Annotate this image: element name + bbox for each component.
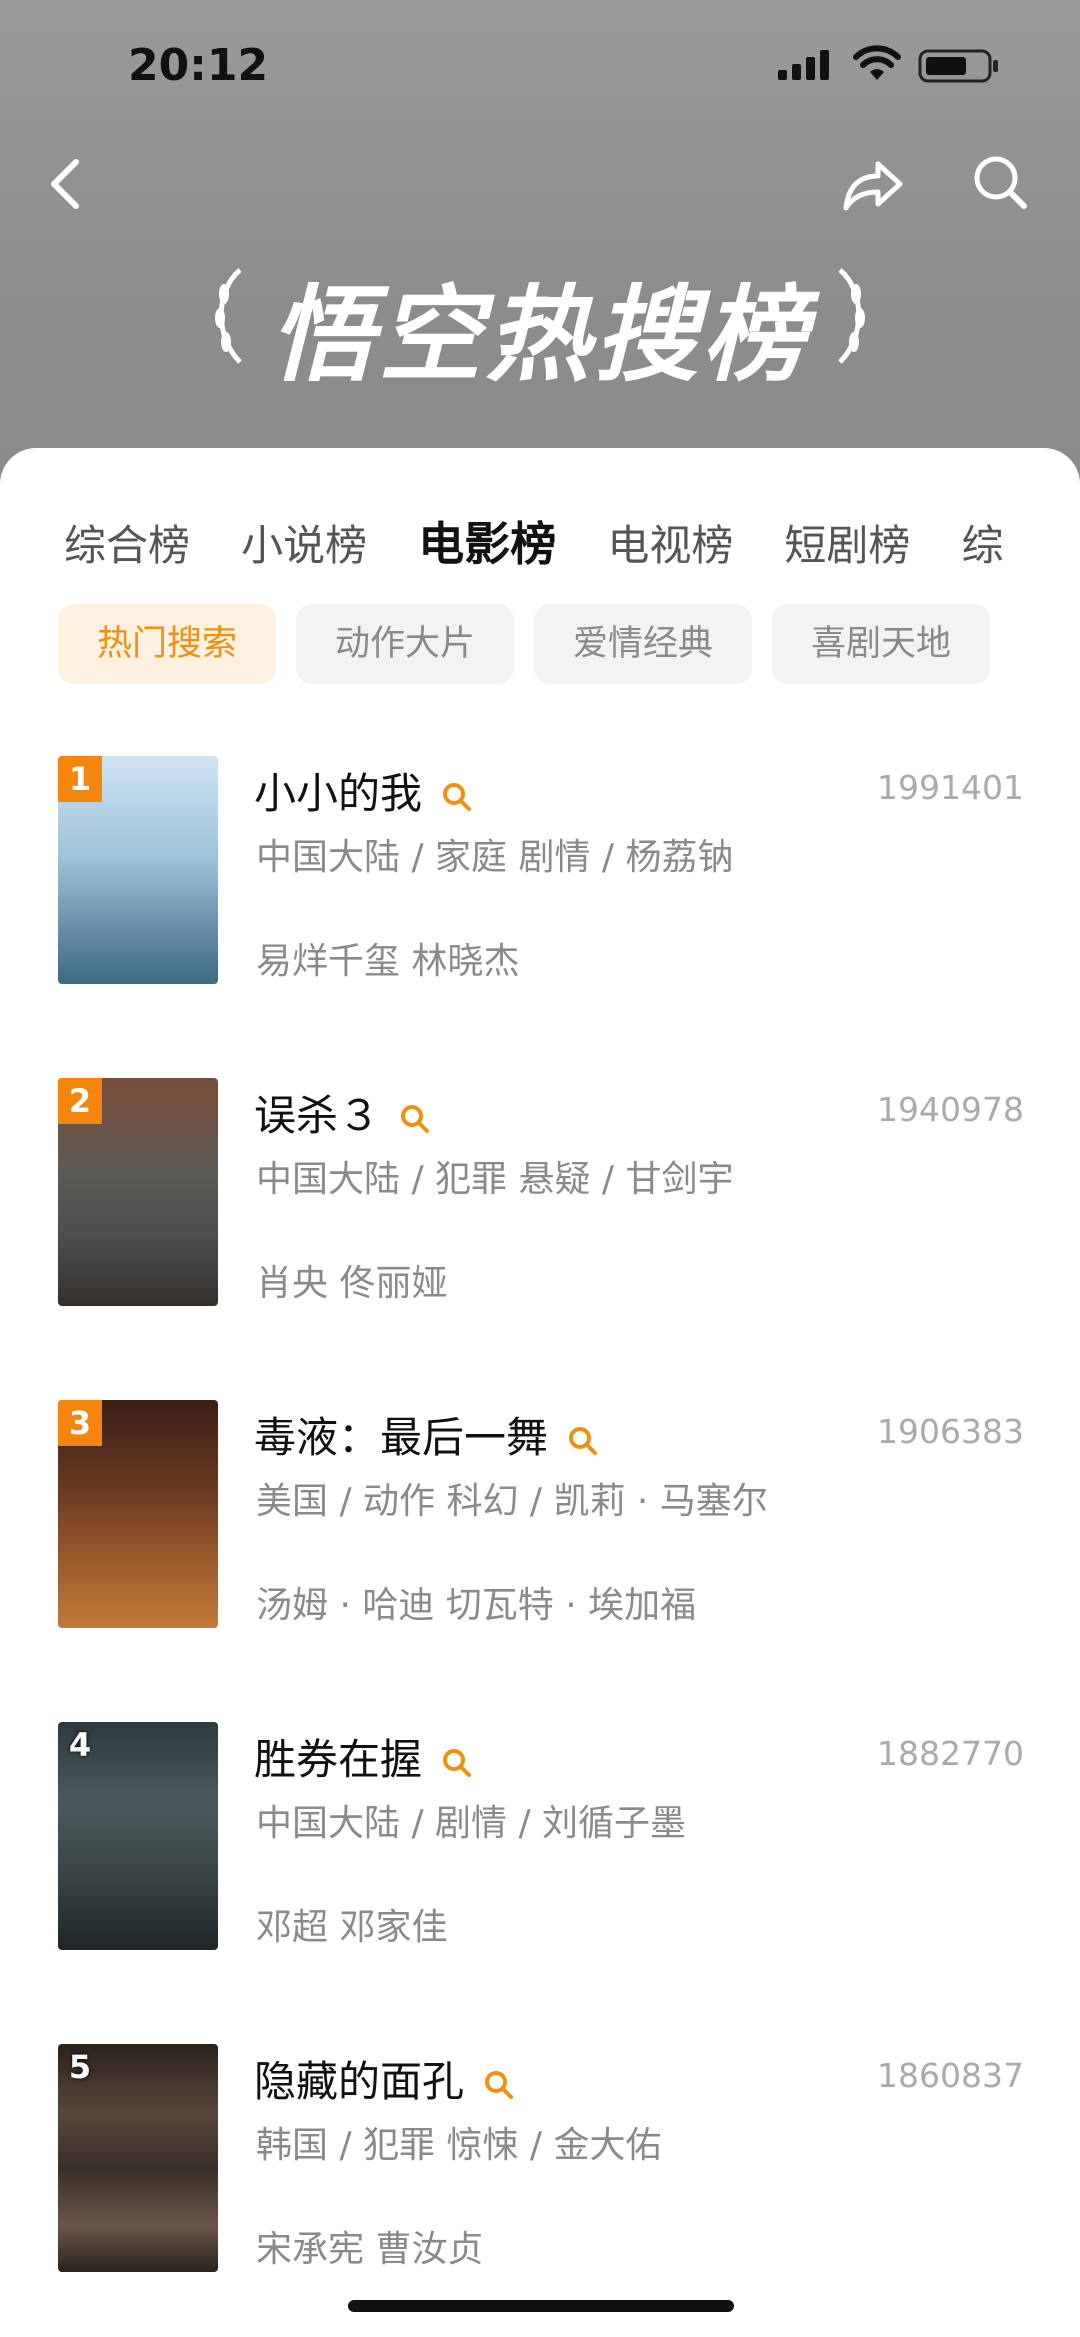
movie-title[interactable]: 隐藏的面孔 [254,2048,516,2109]
rank-badge: 5 [68,2048,92,2086]
movie-title[interactable]: 毒液：最后一舞 [254,1404,600,1465]
poster-image: 4 [58,1722,218,1950]
search-count: 1860837 [877,2056,1024,2095]
search-count: 1906383 [877,1412,1024,1451]
rank-badge: 1 [58,756,102,802]
search-icon[interactable] [482,2068,516,2102]
wifi-icon [853,45,901,80]
search-icon[interactable] [972,154,1028,210]
tab-movies[interactable]: 电影榜 [418,508,556,574]
movie-title[interactable]: 小小的我 [254,760,474,821]
search-icon[interactable] [566,1424,600,1458]
movie-title-text: 误杀３ [254,1091,381,1140]
list-item[interactable]: 5 隐藏的面孔 1860837 韩国 / 犯罪 惊悚 / 金大佑 宋承宪 曹汝贞 [0,2044,1080,2284]
laurel-right-icon [838,268,865,364]
movie-meta: 韩国 / 犯罪 惊悚 / 金大佑 [256,2125,662,2166]
rank-badge: 4 [68,1726,92,1764]
home-indicator[interactable] [348,2300,734,2312]
rank-badge: 3 [58,1400,102,1446]
poster-image: 2 [58,1078,218,1306]
chip-comedy[interactable]: 喜剧天地 [772,604,990,684]
ranking-sheet: 综合榜 小说榜 电影榜 电视榜 短剧榜 综 热门搜索 动作大片 爱情经典 喜剧天地 1… [0,448,1080,2337]
movie-meta: 中国大陆 / 犯罪 悬疑 / 甘剑宇 [256,1159,734,1200]
tab-tv[interactable]: 电视榜 [607,512,733,573]
chip-action[interactable]: 动作大片 [296,604,514,684]
movie-cast: 肖央 佟丽娅 [256,1263,448,1304]
search-count: 1882770 [877,1734,1024,1773]
share-icon[interactable] [842,158,904,212]
laurel-left-icon [214,268,242,364]
poster-image: 3 [58,1400,218,1628]
back-arrow-icon[interactable] [46,156,86,212]
search-count: 1940978 [877,1090,1024,1129]
poster-image: 5 [58,2044,218,2272]
chip-romance[interactable]: 爱情经典 [534,604,752,684]
cellular-signal-icon [778,50,829,80]
search-icon[interactable] [440,1746,474,1780]
movie-cast: 宋承宪 曹汝贞 [256,2229,484,2270]
movie-title-text: 隐藏的面孔 [254,2057,465,2106]
category-tabs: 综合榜 小说榜 电影榜 电视榜 短剧榜 综 [64,508,1080,578]
status-bar: 20:12 [0,36,1080,96]
rank-badge: 2 [58,1078,102,1124]
tab-overall[interactable]: 综合榜 [64,512,190,573]
movie-meta: 美国 / 动作 科幻 / 凯莉 · 马塞尔 [256,1481,768,1522]
movie-cast: 汤姆 · 哈迪 切瓦特 · 埃加福 [256,1585,697,1626]
search-icon[interactable] [440,780,474,814]
movie-meta: 中国大陆 / 剧情 / 刘循子墨 [256,1803,687,1844]
movie-title-text: 小小的我 [254,769,423,818]
list-item[interactable]: 3 毒液：最后一舞 1906383 美国 / 动作 科幻 / 凯莉 · 马塞尔 … [0,1400,1080,1640]
list-item[interactable]: 4 胜券在握 1882770 中国大陆 / 剧情 / 刘循子墨 邓超 邓家佳 [0,1722,1080,1962]
movie-meta: 中国大陆 / 家庭 剧情 / 杨荔钠 [256,837,734,878]
movie-title[interactable]: 胜券在握 [254,1726,474,1787]
status-time: 20:12 [128,40,269,91]
movie-title-text: 胜券在握 [254,1735,423,1784]
tab-variety[interactable]: 综 [962,512,1004,573]
search-icon[interactable] [398,1102,432,1136]
search-count: 1991401 [877,768,1024,807]
page-title: 悟空热搜榜 [214,250,865,401]
tab-novels[interactable]: 小说榜 [241,512,367,573]
list-item[interactable]: 2 误杀３ 1940978 中国大陆 / 犯罪 悬疑 / 甘剑宇 肖央 佟丽娅 [0,1078,1080,1318]
list-item[interactable]: 1 小小的我 1991401 中国大陆 / 家庭 剧情 / 杨荔钠 易烊千玺 林… [0,756,1080,996]
chip-hot-search[interactable]: 热门搜索 [58,604,276,684]
page-title-text: 悟空热搜榜 [269,274,810,396]
movie-cast: 易烊千玺 林晓杰 [256,941,520,982]
movie-cast: 邓超 邓家佳 [256,1907,448,1948]
movie-title-text: 毒液：最后一舞 [254,1413,549,1462]
poster-image: 1 [58,756,218,984]
movie-title[interactable]: 误杀３ [254,1082,432,1143]
filter-chips: 热门搜索 动作大片 爱情经典 喜剧天地 [58,604,1010,684]
header-banner: 20:12 悟空热搜榜 [0,0,1080,520]
tab-short-drama[interactable]: 短剧榜 [784,512,910,573]
battery-icon [918,49,998,83]
